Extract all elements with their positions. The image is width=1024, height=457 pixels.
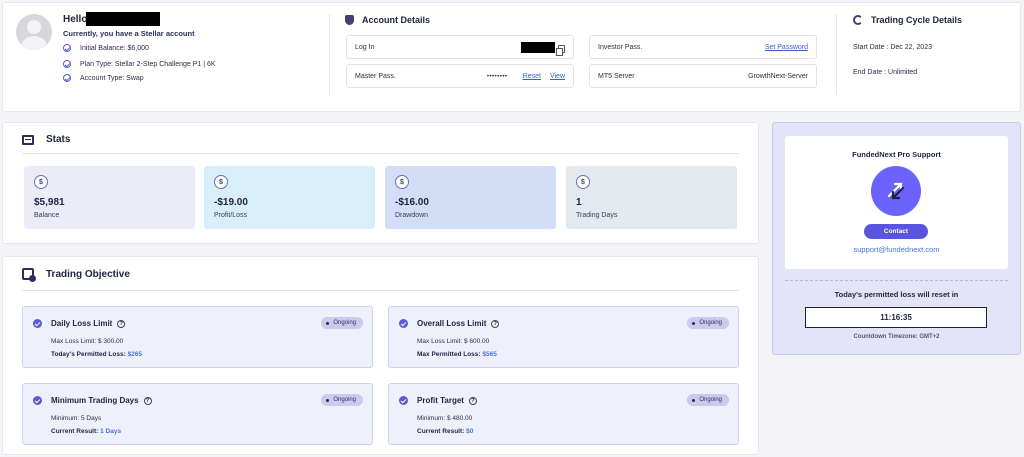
status-badge: Ongoing [321, 317, 363, 329]
divider [329, 14, 330, 94]
master-password-box: Master Pass. •••••••• Reset View [346, 64, 574, 88]
stat-label: Balance [34, 212, 60, 219]
check-circle-icon [33, 396, 42, 405]
server-value: GrowthNext-Server [748, 73, 808, 80]
stat-profit-loss: $ -$19.00 Profit/Loss [204, 166, 375, 229]
stats-title: Stats [22, 134, 70, 145]
trading-objective-title: Trading Objective [22, 268, 130, 282]
stat-label: Profit/Loss [214, 212, 248, 219]
reset-title: Today's permitted loss will reset in [834, 290, 959, 299]
fundednext-logo-icon [871, 166, 921, 216]
stat-value: 1 [576, 197, 582, 208]
objective-overall-loss-limit: Overall Loss Limit? Ongoing Max Loss Lim… [388, 306, 739, 368]
countdown-timezone: Countdown Timezone: GMT+2 [853, 334, 940, 340]
stat-value: -$16.00 [395, 197, 429, 208]
set-password-link[interactable]: Set Password [765, 44, 808, 51]
help-icon[interactable]: ? [117, 319, 126, 328]
divider [22, 290, 739, 291]
dollar-icon: $ [34, 175, 48, 189]
objective-profit-target: Profit Target? Ongoing Minimum: $ 480.00… [388, 383, 739, 445]
stat-balance: $ $5,981 Balance [24, 166, 195, 229]
plan-type-row: Plan Type: Stellar 2-Step Challenge P1 |… [63, 60, 216, 68]
greeting: Hello [63, 14, 88, 25]
objective-daily-loss-limit: Daily Loss Limit? Ongoing Max Loss Limit… [22, 306, 373, 368]
support-title: FundedNext Pro Support [852, 150, 941, 159]
stat-label: Drawdown [395, 212, 429, 219]
help-icon[interactable]: ? [491, 319, 500, 328]
status-badge: Ongoing [687, 394, 729, 406]
account-type-row: Account Type: Swap [63, 74, 144, 82]
contact-button[interactable]: Contact [864, 224, 928, 239]
wallet-icon [22, 134, 34, 145]
objective-minimum-trading-days: Minimum Trading Days? Ongoing Minimum: 5… [22, 383, 373, 445]
shield-icon [345, 15, 354, 25]
initial-balance-row: Initial Balance: $6,000 [63, 44, 149, 52]
stat-value: -$19.00 [214, 197, 248, 208]
support-email-link[interactable]: support@fundednext.com [785, 245, 1008, 254]
end-date: End Date : Unlimited [853, 69, 918, 76]
trading-cycle-title: Trading Cycle Details [853, 15, 962, 25]
check-circle-icon [63, 44, 71, 52]
stat-trading-days: $ 1 Trading Days [566, 166, 737, 229]
check-circle-icon [63, 74, 71, 82]
stat-drawdown: $ -$16.00 Drawdown [385, 166, 556, 229]
view-link[interactable]: View [550, 73, 565, 80]
mt5-server-box: MT5 Server GrowthNext-Server [589, 64, 817, 88]
status-badge: Ongoing [687, 317, 729, 329]
check-circle-icon [33, 319, 42, 328]
account-details-title: Account Details [345, 15, 430, 25]
account-subtitle: Currently, you have a Stellar account [63, 29, 195, 38]
reset-link[interactable]: Reset [523, 73, 541, 80]
check-circle-icon [63, 60, 71, 68]
dashed-divider [785, 280, 1008, 281]
avatar [16, 14, 52, 50]
redacted-login [521, 42, 555, 53]
calendar-dollar-icon [22, 268, 36, 282]
start-date: Start Date : Dec 22, 2023 [853, 44, 932, 51]
status-badge: Ongoing [321, 394, 363, 406]
divider [22, 153, 739, 154]
refresh-cycle-icon [853, 15, 863, 25]
countdown-timer: 11:16:35 [805, 307, 987, 328]
copy-icon[interactable] [556, 44, 565, 56]
investor-password-box: Investor Pass. Set Password [589, 35, 817, 59]
stat-value: $5,981 [34, 197, 65, 208]
dollar-icon: $ [214, 175, 228, 189]
master-password-masked: •••••••• [486, 73, 508, 80]
login-box: Log In [346, 35, 574, 59]
divider [836, 14, 837, 94]
check-circle-icon [399, 319, 408, 328]
help-icon[interactable]: ? [468, 396, 477, 405]
stat-label: Trading Days [576, 212, 618, 219]
redacted-username [86, 12, 160, 26]
help-icon[interactable]: ? [143, 396, 152, 405]
dollar-icon: $ [395, 175, 409, 189]
check-circle-icon [399, 396, 408, 405]
dollar-icon: $ [576, 175, 590, 189]
